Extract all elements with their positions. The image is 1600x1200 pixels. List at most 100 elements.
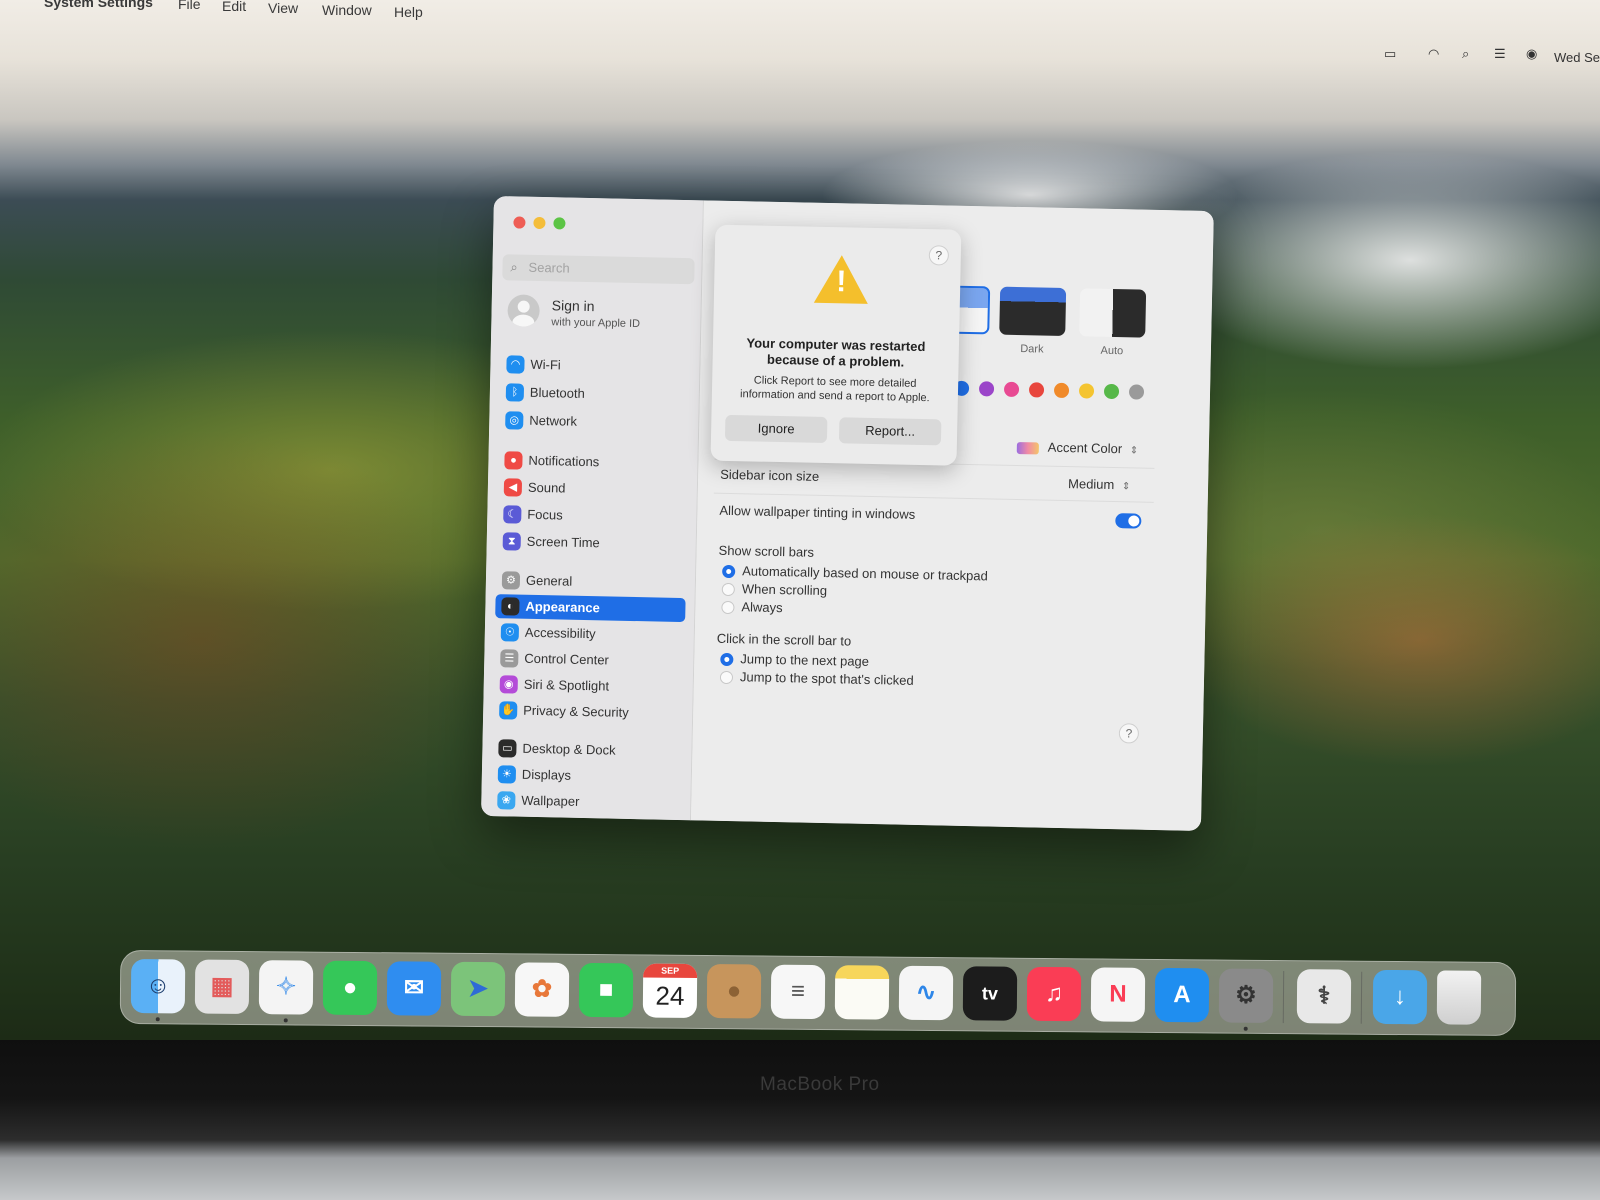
dock: ☺ ▦ ✧ ● ✉ ➤ ✿ ■ SEP 24 ● ≡ ∿ tv ♫ N A ⚙ … bbox=[119, 949, 1517, 1037]
sidebar-item-sound[interactable]: ◀ Sound bbox=[498, 475, 688, 503]
dock-separator bbox=[1282, 971, 1285, 1024]
launchpad-icon[interactable]: ▦ bbox=[194, 959, 250, 1015]
music-icon[interactable]: ♫ bbox=[1026, 966, 1082, 1022]
scroll-bars-when-scrolling-radio[interactable] bbox=[721, 582, 735, 597]
jump-next-page-label[interactable]: Jump to the next page bbox=[740, 651, 869, 669]
accent-color-green[interactable] bbox=[1103, 383, 1120, 400]
jump-spot-clicked-label[interactable]: Jump to the spot that's clicked bbox=[740, 669, 914, 688]
control-center-icon: ☰ bbox=[500, 649, 519, 668]
finder-icon[interactable]: ☺ bbox=[130, 959, 186, 1014]
avatar bbox=[507, 294, 540, 327]
sidebar-item-wifi[interactable]: ◠ Wi-Fi bbox=[500, 352, 690, 380]
photos-icon[interactable]: ✿ bbox=[514, 962, 570, 1017]
jump-next-page-radio[interactable] bbox=[720, 652, 734, 667]
scroll-bars-always-radio[interactable] bbox=[721, 600, 735, 615]
minimize-window-button[interactable] bbox=[533, 216, 546, 230]
accent-color-yellow[interactable] bbox=[1078, 383, 1095, 399]
accent-color-pink[interactable] bbox=[1003, 381, 1020, 398]
facetime-icon[interactable]: ■ bbox=[578, 962, 634, 1018]
maps-icon[interactable]: ➤ bbox=[450, 961, 506, 1017]
messages-icon[interactable]: ● bbox=[322, 960, 378, 1016]
wallpaper-tinting-toggle[interactable] bbox=[1115, 513, 1142, 529]
sidebar-item-notifications[interactable]: ● Notifications bbox=[498, 448, 688, 476]
sidebar-item-desktop-dock[interactable]: ▭ Desktop & Dock bbox=[492, 736, 682, 764]
disk-utility-icon[interactable]: ⚕ bbox=[1296, 969, 1352, 1024]
jump-spot-clicked-radio[interactable] bbox=[719, 670, 734, 685]
highlight-color-value: Accent Color bbox=[1047, 439, 1123, 457]
sidebar-item-privacy-security[interactable]: ✋ Privacy & Security bbox=[493, 698, 683, 726]
sidebar-item-accessibility[interactable]: ☉ Accessibility bbox=[495, 620, 685, 648]
search-input[interactable]: ⌕ Search bbox=[502, 254, 695, 285]
chevron-updown-icon: ⇕ bbox=[1129, 445, 1139, 457]
trash-icon[interactable] bbox=[1436, 970, 1482, 1025]
appearance-auto-thumbnail[interactable] bbox=[1079, 288, 1147, 338]
calendar-month: SEP bbox=[643, 963, 698, 978]
notes-icon[interactable] bbox=[834, 965, 890, 1020]
spotlight-search-icon[interactable]: ⌕ bbox=[1462, 46, 1469, 62]
alert-help-button[interactable]: ? bbox=[928, 245, 950, 266]
sidebar-item-siri-spotlight[interactable]: ◉ Siri & Spotlight bbox=[494, 672, 684, 700]
moon-icon: ☾ bbox=[503, 505, 522, 524]
sidebar-item-focus[interactable]: ☾ Focus bbox=[497, 502, 687, 530]
accent-color-graphite[interactable] bbox=[1128, 384, 1145, 400]
menu-window[interactable]: Window bbox=[322, 2, 372, 18]
scroll-bars-auto-label[interactable]: Automatically based on mouse or trackpad bbox=[742, 563, 988, 583]
siri-status-icon[interactable]: ◉ bbox=[1526, 46, 1537, 62]
alert-message: Click Report to see more detailed inform… bbox=[739, 374, 930, 405]
scroll-bars-label: Show scroll bars bbox=[718, 542, 815, 560]
menu-app-name[interactable]: System Settings bbox=[44, 0, 153, 10]
bell-icon: ● bbox=[504, 451, 523, 470]
control-center-status-icon[interactable]: ☰ bbox=[1494, 46, 1506, 62]
system-settings-icon[interactable]: ⚙ bbox=[1218, 968, 1274, 1023]
contacts-icon[interactable]: ● bbox=[706, 964, 762, 1019]
sign-in-subtitle: with your Apple ID bbox=[551, 316, 641, 331]
news-icon[interactable]: N bbox=[1090, 967, 1146, 1022]
accent-color-purple[interactable] bbox=[978, 381, 995, 397]
close-window-button[interactable] bbox=[513, 216, 526, 229]
reminders-icon[interactable]: ≡ bbox=[770, 964, 826, 1020]
menu-view[interactable]: View bbox=[268, 0, 298, 16]
calendar-icon[interactable]: SEP 24 bbox=[642, 963, 698, 1018]
sidebar-item-displays[interactable]: ☀ Displays bbox=[492, 762, 682, 790]
appearance-pane: ht Dark Auto r Accent Color ⇕ Sidebar ic… bbox=[690, 200, 1214, 831]
sidebar-item-bluetooth[interactable]: ᛒ Bluetooth bbox=[500, 380, 690, 408]
apple-tv-icon[interactable]: tv bbox=[962, 966, 1018, 1021]
downloads-folder-icon[interactable]: ↓ bbox=[1372, 969, 1428, 1025]
safari-icon[interactable]: ✧ bbox=[258, 960, 314, 1015]
gear-icon: ⚙ bbox=[501, 571, 521, 590]
hand-icon: ✋ bbox=[499, 701, 518, 720]
accent-color-red[interactable] bbox=[1028, 382, 1045, 398]
menu-file[interactable]: File bbox=[178, 0, 201, 12]
menu-bar: System Settings File Edit View Window He… bbox=[0, 0, 1600, 65]
laptop-bezel bbox=[0, 1040, 1600, 1200]
accent-color-orange[interactable] bbox=[1053, 382, 1070, 399]
sidebar-item-control-center[interactable]: ☰ Control Center bbox=[494, 646, 684, 674]
report-button[interactable]: Report... bbox=[838, 417, 942, 446]
menu-edit[interactable]: Edit bbox=[222, 0, 246, 14]
siri-icon: ◉ bbox=[499, 675, 518, 694]
scroll-bars-auto-radio[interactable] bbox=[722, 564, 736, 579]
sidebar-item-network[interactable]: ◎ Network bbox=[499, 408, 689, 436]
battery-icon[interactable]: ▭ bbox=[1384, 46, 1396, 62]
sidebar-item-label: Privacy & Security bbox=[523, 702, 629, 720]
wifi-status-icon[interactable]: ◠ bbox=[1428, 46, 1439, 62]
sidebar-item-appearance[interactable]: ◐ Appearance bbox=[495, 594, 686, 623]
app-store-icon[interactable]: A bbox=[1154, 967, 1210, 1023]
scroll-bars-when-scrolling-label[interactable]: When scrolling bbox=[742, 581, 828, 598]
sidebar-icon-size-popup[interactable]: Medium ⇕ bbox=[1068, 476, 1131, 492]
mail-icon[interactable]: ✉ bbox=[386, 961, 442, 1016]
menu-help[interactable]: Help bbox=[394, 4, 423, 20]
sidebar-item-wallpaper[interactable]: ❀ Wallpaper bbox=[491, 788, 681, 816]
sidebar-item-general[interactable]: ⚙ General bbox=[496, 568, 686, 596]
clock[interactable]: Wed Se bbox=[1554, 50, 1600, 65]
sidebar-item-label: General bbox=[525, 572, 573, 589]
ignore-button[interactable]: Ignore bbox=[724, 414, 828, 444]
appearance-dark-thumbnail[interactable] bbox=[999, 286, 1067, 336]
scroll-bars-always-label[interactable]: Always bbox=[741, 599, 782, 615]
pane-help-button[interactable]: ? bbox=[1118, 723, 1140, 744]
sidebar-item-screen-time[interactable]: ⧗ Screen Time bbox=[497, 529, 687, 557]
zoom-window-button[interactable] bbox=[553, 217, 566, 230]
dock-separator bbox=[1360, 971, 1363, 1024]
highlight-color-popup[interactable]: Accent Color ⇕ bbox=[1016, 439, 1139, 457]
freeform-icon[interactable]: ∿ bbox=[898, 965, 954, 1021]
